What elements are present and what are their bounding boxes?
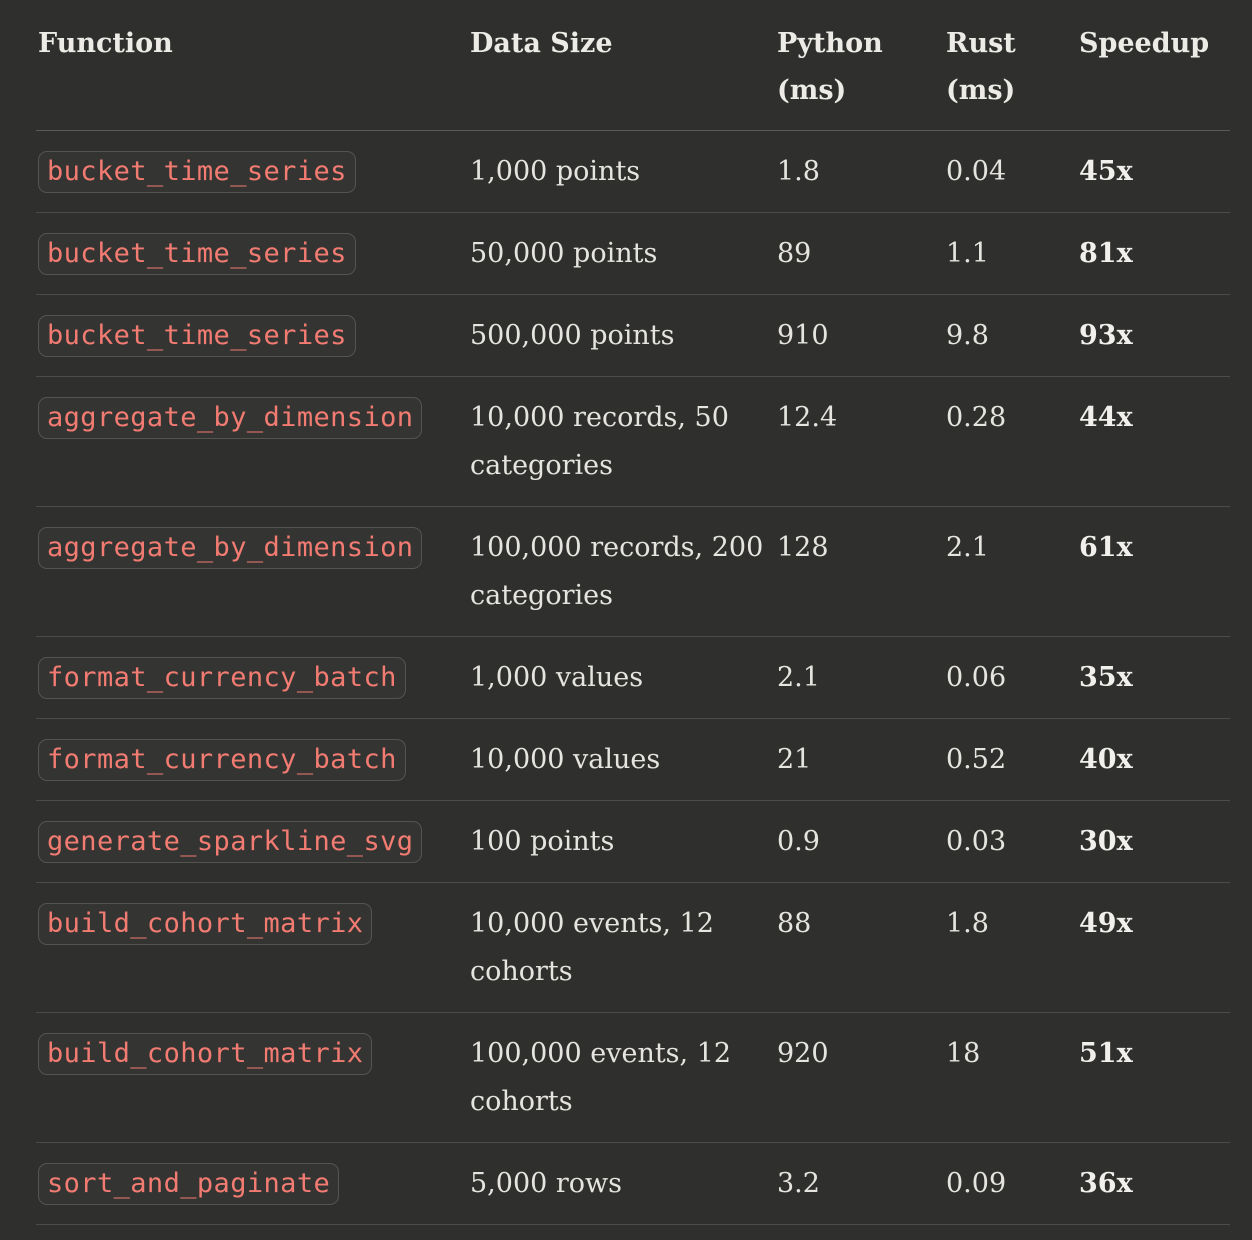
- function-name-code: aggregate_by_dimension: [38, 397, 423, 439]
- function-name-code: format_currency_batch: [38, 739, 406, 781]
- cell-python-ms: 21: [775, 718, 944, 801]
- cell-function: bucket_time_series: [36, 294, 468, 377]
- cell-function: sort_and_paginate: [36, 1142, 468, 1225]
- header-data-size: Data Size: [468, 0, 775, 131]
- function-name-code: bucket_time_series: [38, 315, 356, 357]
- cell-data-size: 5,000 rows: [468, 1142, 775, 1225]
- header-function: Function: [36, 0, 468, 131]
- table-row: generate_sparkline_svg 100 points 0.9 0.…: [36, 800, 1230, 883]
- cell-speedup: 93x: [1077, 294, 1230, 377]
- cell-data-size: 100,000 records, 200 categories: [468, 506, 775, 637]
- cell-python-ms: 3.2: [775, 1142, 944, 1225]
- cell-python-ms: 88: [775, 882, 944, 1013]
- function-name-code: bucket_time_series: [38, 233, 356, 275]
- cell-data-size: 100 points: [468, 800, 775, 883]
- table-header: Function Data Size Python (ms) Rust (ms)…: [36, 0, 1230, 131]
- cell-data-size: 10,000 events, 12 cohorts: [468, 882, 775, 1013]
- table-row: aggregate_by_dimension 100,000 records, …: [36, 506, 1230, 637]
- cell-rust-ms: 1.1: [944, 212, 1077, 295]
- header-speedup: Speedup: [1077, 0, 1230, 131]
- cell-python-ms: 89: [775, 212, 944, 295]
- benchmark-table: Function Data Size Python (ms) Rust (ms)…: [36, 0, 1230, 1225]
- cell-speedup: 40x: [1077, 718, 1230, 801]
- cell-speedup: 51x: [1077, 1012, 1230, 1143]
- cell-speedup: 35x: [1077, 636, 1230, 719]
- function-name-code: build_cohort_matrix: [38, 903, 373, 945]
- cell-python-ms: 1.8: [775, 130, 944, 213]
- cell-rust-ms: 0.03: [944, 800, 1077, 883]
- function-name-code: bucket_time_series: [38, 151, 356, 193]
- cell-rust-ms: 18: [944, 1012, 1077, 1143]
- table-row: format_currency_batch 1,000 values 2.1 0…: [36, 636, 1230, 719]
- cell-function: format_currency_batch: [36, 718, 468, 801]
- table-body: bucket_time_series 1,000 points 1.8 0.04…: [36, 130, 1230, 1225]
- cell-rust-ms: 0.52: [944, 718, 1077, 801]
- cell-data-size: 50,000 points: [468, 212, 775, 295]
- header-row: Function Data Size Python (ms) Rust (ms)…: [36, 0, 1230, 131]
- cell-rust-ms: 0.09: [944, 1142, 1077, 1225]
- header-rust: Rust (ms): [944, 0, 1077, 131]
- table-row: aggregate_by_dimension 10,000 records, 5…: [36, 376, 1230, 507]
- cell-function: generate_sparkline_svg: [36, 800, 468, 883]
- cell-rust-ms: 2.1: [944, 506, 1077, 637]
- header-python: Python (ms): [775, 0, 944, 131]
- cell-function: build_cohort_matrix: [36, 1012, 468, 1143]
- table-row: bucket_time_series 50,000 points 89 1.1 …: [36, 212, 1230, 295]
- table-row: build_cohort_matrix 10,000 events, 12 co…: [36, 882, 1230, 1013]
- cell-rust-ms: 1.8: [944, 882, 1077, 1013]
- cell-data-size: 10,000 values: [468, 718, 775, 801]
- cell-speedup: 45x: [1077, 130, 1230, 213]
- cell-speedup: 30x: [1077, 800, 1230, 883]
- cell-rust-ms: 0.28: [944, 376, 1077, 507]
- table-row: bucket_time_series 1,000 points 1.8 0.04…: [36, 130, 1230, 213]
- table-row: sort_and_paginate 5,000 rows 3.2 0.09 36…: [36, 1142, 1230, 1225]
- cell-speedup: 44x: [1077, 376, 1230, 507]
- cell-python-ms: 0.9: [775, 800, 944, 883]
- cell-python-ms: 920: [775, 1012, 944, 1143]
- table-row: bucket_time_series 500,000 points 910 9.…: [36, 294, 1230, 377]
- cell-rust-ms: 0.04: [944, 130, 1077, 213]
- benchmark-table-container: Function Data Size Python (ms) Rust (ms)…: [36, 0, 1230, 1225]
- cell-speedup: 61x: [1077, 506, 1230, 637]
- cell-speedup: 36x: [1077, 1142, 1230, 1225]
- cell-python-ms: 128: [775, 506, 944, 637]
- cell-python-ms: 12.4: [775, 376, 944, 507]
- cell-function: aggregate_by_dimension: [36, 376, 468, 507]
- function-name-code: sort_and_paginate: [38, 1163, 340, 1205]
- cell-function: aggregate_by_dimension: [36, 506, 468, 637]
- table-row: format_currency_batch 10,000 values 21 0…: [36, 718, 1230, 801]
- cell-python-ms: 2.1: [775, 636, 944, 719]
- cell-function: format_currency_batch: [36, 636, 468, 719]
- function-name-code: generate_sparkline_svg: [38, 821, 423, 863]
- cell-speedup: 49x: [1077, 882, 1230, 1013]
- cell-speedup: 81x: [1077, 212, 1230, 295]
- cell-data-size: 1,000 values: [468, 636, 775, 719]
- cell-function: bucket_time_series: [36, 212, 468, 295]
- cell-data-size: 100,000 events, 12 cohorts: [468, 1012, 775, 1143]
- cell-python-ms: 910: [775, 294, 944, 377]
- function-name-code: aggregate_by_dimension: [38, 527, 423, 569]
- cell-rust-ms: 0.06: [944, 636, 1077, 719]
- cell-rust-ms: 9.8: [944, 294, 1077, 377]
- cell-data-size: 1,000 points: [468, 130, 775, 213]
- cell-function: build_cohort_matrix: [36, 882, 468, 1013]
- table-row: build_cohort_matrix 100,000 events, 12 c…: [36, 1012, 1230, 1143]
- cell-data-size: 500,000 points: [468, 294, 775, 377]
- cell-function: bucket_time_series: [36, 130, 468, 213]
- cell-data-size: 10,000 records, 50 categories: [468, 376, 775, 507]
- function-name-code: build_cohort_matrix: [38, 1033, 373, 1075]
- function-name-code: format_currency_batch: [38, 657, 406, 699]
